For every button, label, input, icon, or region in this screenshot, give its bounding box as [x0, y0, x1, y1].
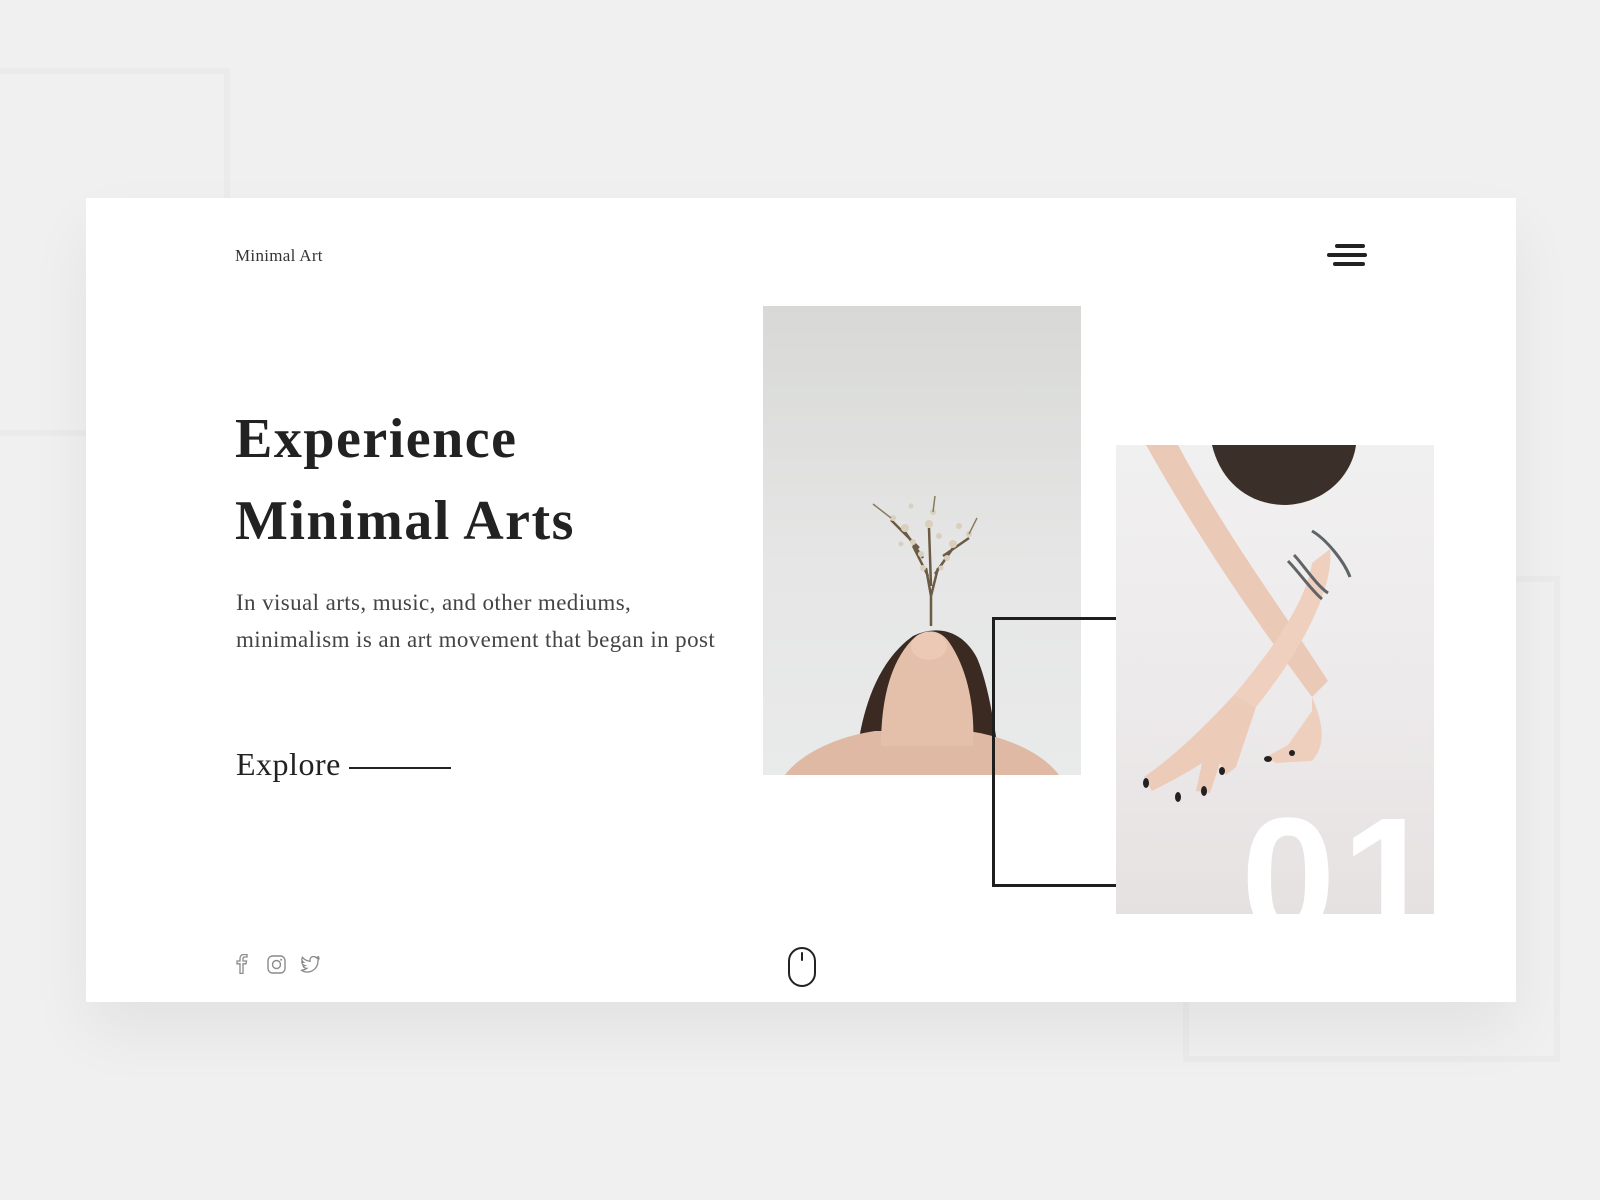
social-links — [232, 954, 320, 974]
hamburger-menu-icon[interactable] — [1326, 244, 1368, 270]
instagram-icon[interactable] — [266, 954, 286, 974]
headline-line-1: Experience — [235, 408, 518, 470]
explore-label: Explore — [236, 746, 341, 782]
headline-line-2: Minimal Arts — [235, 490, 575, 552]
hero-description: In visual arts, music, and other mediums… — [236, 590, 716, 652]
explore-button[interactable]: Explore — [236, 746, 451, 783]
brand-logo[interactable]: Minimal Art — [235, 246, 323, 266]
explore-underline — [348, 766, 451, 769]
twitter-icon[interactable] — [300, 954, 320, 974]
hero-headline: Experience Minimal Arts — [235, 398, 795, 562]
hero-card: Minimal Art Experience Minimal Arts In v… — [86, 198, 1516, 1002]
slide-number: 01 — [1241, 793, 1443, 914]
facebook-icon[interactable] — [232, 954, 252, 974]
mouse-scroll-icon[interactable] — [787, 946, 817, 988]
